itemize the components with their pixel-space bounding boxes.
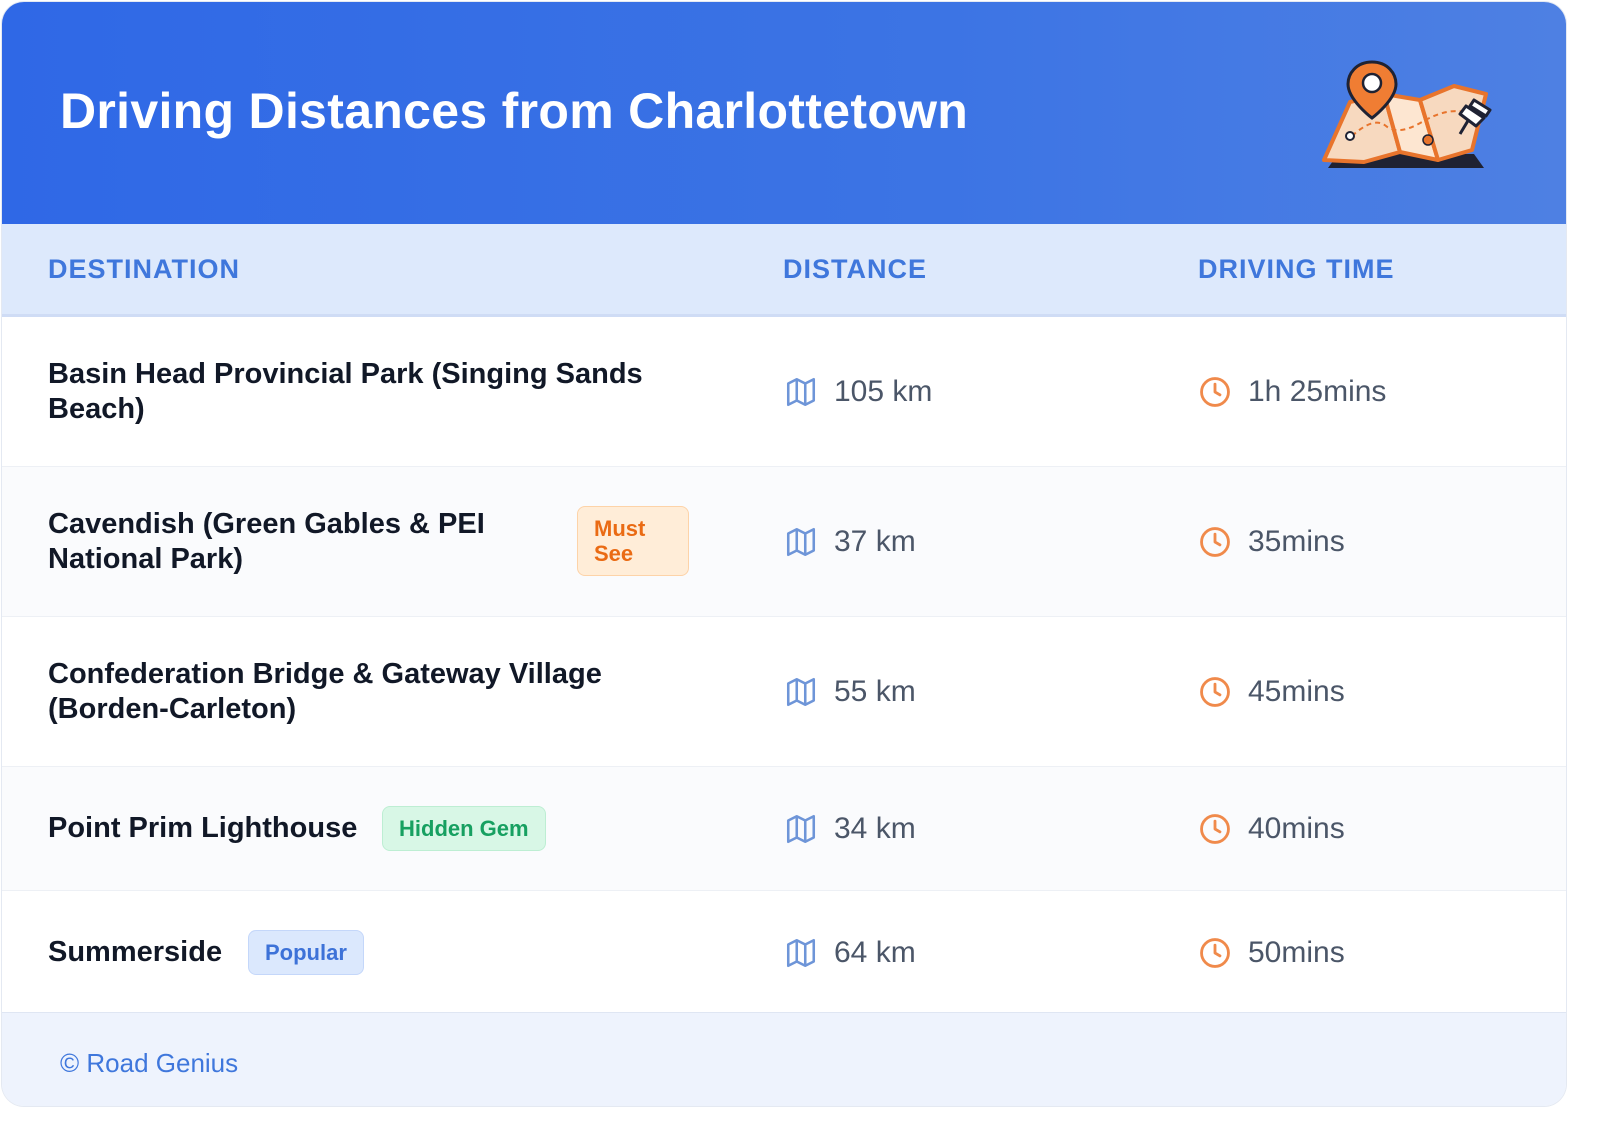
- driving-time-value: 50mins: [1248, 936, 1345, 969]
- distance-value: 37 km: [834, 525, 916, 558]
- clock-icon: [1200, 527, 1230, 557]
- folded-map-with-pins-icon: [1322, 60, 1492, 168]
- driving-time-value: 1h 25mins: [1248, 375, 1387, 408]
- destination-name: Confederation Bridge & Gateway Village (…: [48, 657, 602, 727]
- destination-line: Point Prim Lighthouse: [48, 812, 358, 844]
- map-icon: [786, 677, 816, 707]
- copyright-text: © Road Genius: [60, 1048, 239, 1078]
- badge-line: See: [594, 541, 634, 566]
- destination-line: Cavendish (Green Gables & PEI: [48, 508, 485, 540]
- clock-icon: [1200, 938, 1230, 968]
- status-badge-must-see: Must See: [577, 506, 689, 576]
- distance-value: 55 km: [834, 675, 916, 708]
- clock-icon: [1200, 814, 1230, 844]
- table-header-row: DESTINATION DISTANCE DRIVING TIME: [2, 224, 1566, 317]
- destination-line: Confederation Bridge & Gateway Village: [48, 658, 602, 690]
- table-row: Basin Head Provincial Park (Singing Sand…: [2, 317, 1566, 467]
- map-icon: [786, 527, 816, 557]
- table-row: Summerside Popular 64 km 50mins: [2, 891, 1566, 1014]
- column-header-destination: DESTINATION: [48, 254, 240, 284]
- driving-time-value: 35mins: [1248, 525, 1345, 558]
- distance-value: 64 km: [834, 936, 916, 969]
- table-row: Point Prim Lighthouse Hidden Gem 34 km 4…: [2, 767, 1566, 891]
- destination-line: Basin Head Provincial Park (Singing Sand…: [48, 358, 643, 390]
- clock-icon: [1200, 377, 1230, 407]
- column-header-driving-time: DRIVING TIME: [1198, 254, 1395, 284]
- destination-name: Summerside: [48, 935, 222, 970]
- destination-line: National Park): [48, 543, 243, 575]
- card-footer: © Road Genius: [2, 1012, 1566, 1106]
- page-title: Driving Distances from Charlottetown: [60, 83, 969, 139]
- clock-icon: [1200, 677, 1230, 707]
- distance-card: Driving Distances from Charlottetown DES…: [2, 2, 1566, 1106]
- distance-value: 105 km: [834, 375, 933, 408]
- destination-line: Summerside: [48, 936, 223, 968]
- driving-time-value: 40mins: [1248, 812, 1345, 845]
- card-header: Driving Distances from Charlottetown: [2, 2, 1566, 224]
- table-row: Cavendish (Green Gables & PEI National P…: [2, 467, 1566, 617]
- table-row: Confederation Bridge & Gateway Village (…: [2, 617, 1566, 767]
- map-icon: [786, 938, 816, 968]
- destination-name: Basin Head Provincial Park (Singing Sand…: [48, 357, 643, 427]
- destination-line: (Borden-Carleton): [48, 693, 297, 725]
- destination-line: Beach): [48, 393, 145, 425]
- column-header-distance: DISTANCE: [783, 254, 928, 284]
- status-badge-popular: Popular: [248, 930, 364, 975]
- destination-name: Point Prim Lighthouse: [48, 811, 357, 846]
- badge-line: Must: [594, 516, 646, 541]
- status-badge-hidden-gem: Hidden Gem: [382, 806, 546, 851]
- driving-time-value: 45mins: [1248, 675, 1345, 708]
- map-icon: [786, 814, 816, 844]
- map-icon: [786, 377, 816, 407]
- distance-value: 34 km: [834, 812, 916, 845]
- destination-name: Cavendish (Green Gables & PEI National P…: [48, 507, 485, 577]
